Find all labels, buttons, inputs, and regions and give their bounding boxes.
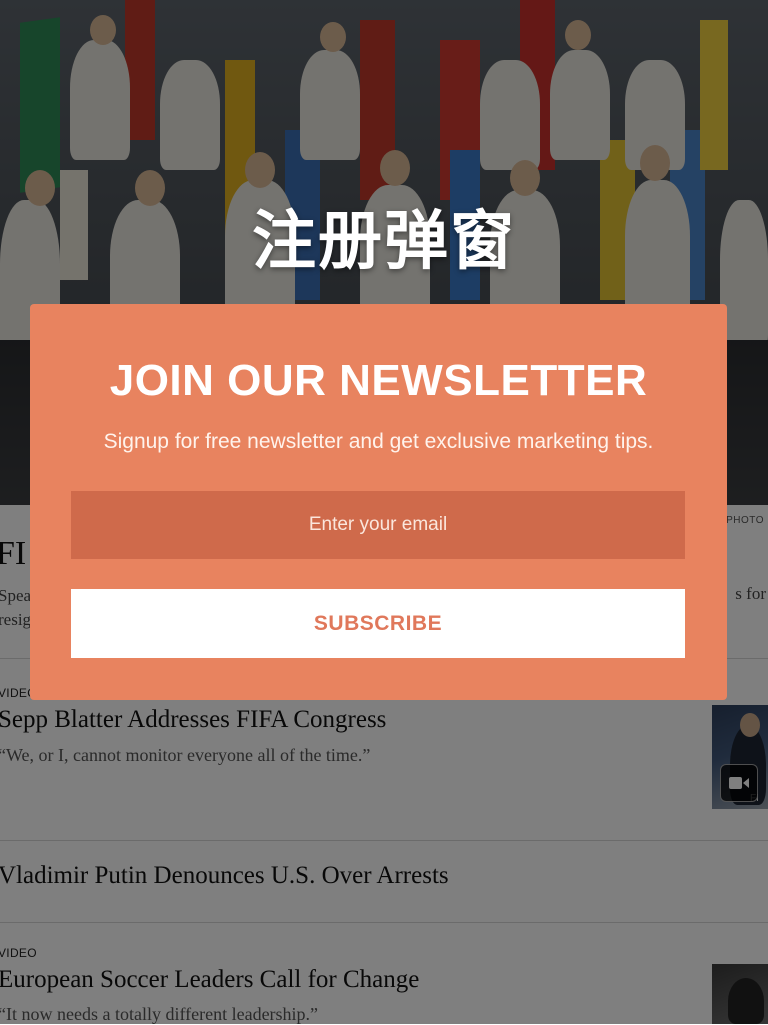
subscribe-button[interactable]: SUBSCRIBE bbox=[71, 589, 685, 658]
newsletter-modal: JOIN OUR NEWSLETTER Signup for free news… bbox=[30, 304, 727, 700]
modal-subtitle: Signup for free newsletter and get exclu… bbox=[103, 430, 654, 453]
email-input[interactable] bbox=[71, 491, 685, 559]
overlay-caption: 注册弹窗 bbox=[252, 204, 516, 279]
modal-title: JOIN OUR NEWSLETTER bbox=[109, 356, 648, 405]
